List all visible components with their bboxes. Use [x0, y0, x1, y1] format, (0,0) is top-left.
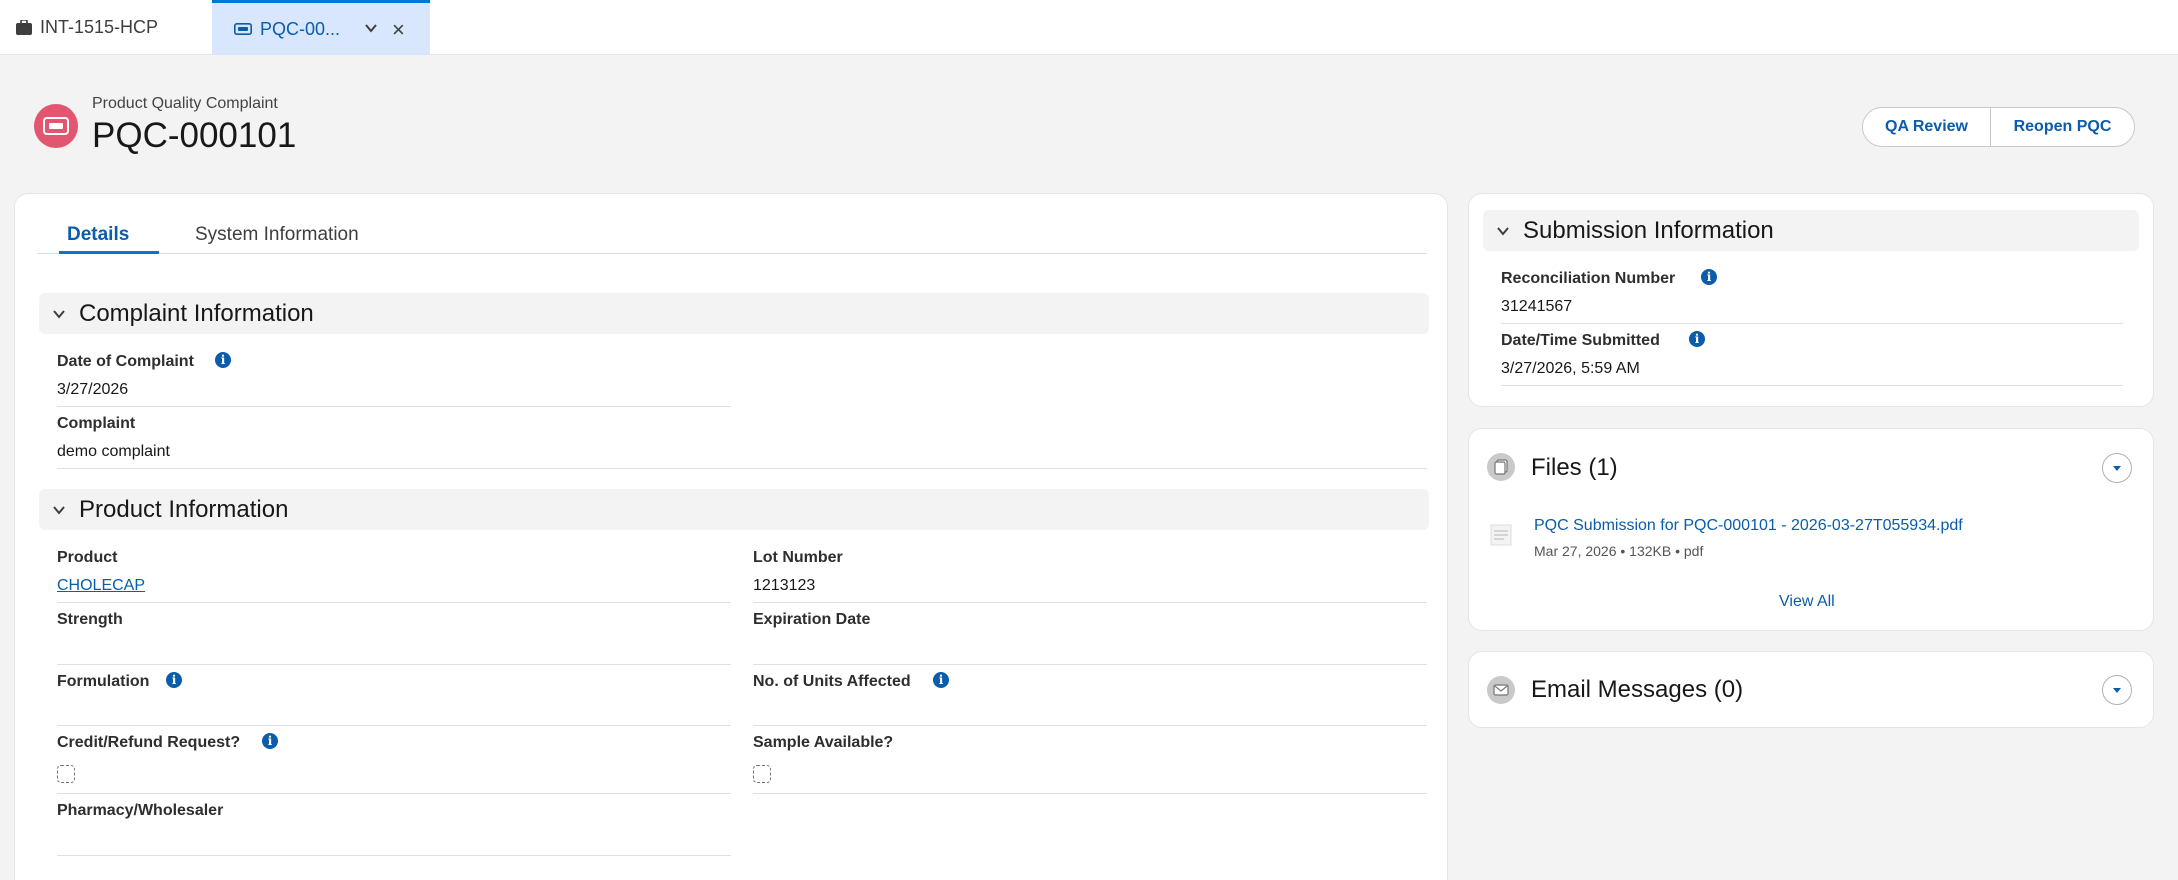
page-title: PQC-000101 — [92, 116, 297, 155]
units-affected-label: No. of Units Affected — [753, 673, 911, 690]
tab-details[interactable]: Details — [67, 224, 129, 246]
header-button-group: QA Review Reopen PQC — [1862, 107, 2135, 147]
field-divider — [1501, 385, 2123, 386]
active-tab-indicator — [59, 251, 159, 254]
complaint-value: demo complaint — [57, 443, 170, 460]
formulation-label: Formulation — [57, 673, 150, 690]
field-divider — [753, 602, 1427, 603]
file-meta: Mar 27, 2026 • 132KB • pdf — [1534, 543, 1704, 559]
field-divider — [753, 725, 1427, 726]
view-all-link[interactable]: View All — [1779, 593, 1835, 611]
info-icon[interactable]: i — [1701, 269, 1717, 285]
field-divider — [1501, 323, 2123, 324]
files-actions-dropdown[interactable] — [2102, 453, 2132, 483]
workspace-tab-bar: INT-1515-HCP PQC-00... × — [0, 0, 2178, 55]
pharmacy-wholesaler-label: Pharmacy/Wholesaler — [57, 802, 224, 819]
chevron-down-icon — [1495, 223, 1511, 239]
date-of-complaint-value: 3/27/2026 — [57, 381, 129, 398]
complaint-record-icon — [34, 104, 78, 148]
section-title: Complaint Information — [79, 299, 314, 327]
sample-available-label: Sample Available? — [753, 734, 894, 751]
product-link[interactable]: CHOLECAP — [57, 577, 145, 595]
section-submission-information[interactable]: Submission Information — [1483, 210, 2139, 251]
workspace-tab-label: PQC-00... — [260, 18, 341, 39]
complaint-label: Complaint — [57, 415, 136, 432]
email-actions-dropdown[interactable] — [2102, 675, 2132, 705]
credit-refund-label: Credit/Refund Request? — [57, 734, 241, 751]
submission-information-card: Submission Information Reconciliation Nu… — [1468, 193, 2154, 407]
record-tabs: Details System Information — [37, 214, 1427, 254]
info-icon[interactable]: i — [166, 672, 182, 688]
field-divider — [753, 793, 1427, 794]
lot-number-value: 1213123 — [753, 577, 816, 594]
field-divider — [753, 664, 1427, 665]
file-thumbnail-icon — [1489, 522, 1515, 553]
chevron-down-icon — [51, 502, 67, 518]
expiration-date-label: Expiration Date — [753, 611, 871, 628]
credit-refund-checkbox[interactable] — [57, 765, 75, 783]
section-product-information[interactable]: Product Information — [39, 489, 1429, 530]
sample-available-checkbox[interactable] — [753, 765, 771, 783]
details-card: Details System Information Complaint Inf… — [14, 193, 1448, 880]
reconciliation-number-label: Reconciliation Number — [1501, 270, 1676, 287]
record-object-type: Product Quality Complaint — [92, 95, 278, 112]
section-complaint-information[interactable]: Complaint Information — [39, 293, 1429, 334]
complaint-icon — [234, 23, 252, 35]
qa-review-button[interactable]: QA Review — [1863, 108, 1991, 146]
workspace-tab-label: INT-1515-HCP — [40, 17, 159, 37]
section-title: Product Information — [79, 495, 289, 523]
files-card: Files (1) PQC Submission for PQC-000101 … — [1468, 428, 2154, 631]
tab-system-information[interactable]: System Information — [195, 224, 359, 246]
workspace-tab-pqc[interactable]: PQC-00... × — [212, 0, 430, 55]
chevron-down-icon — [51, 306, 67, 322]
field-divider — [57, 664, 731, 665]
files-icon — [1487, 453, 1515, 481]
lot-number-label: Lot Number — [753, 549, 843, 566]
field-divider — [57, 602, 731, 603]
reopen-pqc-button[interactable]: Reopen PQC — [1991, 108, 2134, 146]
chevron-down-icon[interactable] — [364, 19, 378, 40]
briefcase-icon — [16, 20, 32, 35]
email-icon — [1487, 676, 1515, 704]
product-label: Product — [57, 549, 118, 566]
info-icon[interactable]: i — [262, 733, 278, 749]
info-icon[interactable]: i — [215, 352, 231, 368]
info-icon[interactable]: i — [1689, 331, 1705, 347]
reconciliation-number-value: 31241567 — [1501, 298, 1573, 315]
email-messages-card: Email Messages (0) — [1468, 651, 2154, 728]
field-divider — [57, 855, 731, 856]
info-icon[interactable]: i — [933, 672, 949, 688]
date-time-submitted-value: 3/27/2026, 5:59 AM — [1501, 360, 1640, 377]
section-title: Submission Information — [1523, 216, 1774, 244]
field-divider — [57, 468, 1427, 469]
file-link[interactable]: PQC Submission for PQC-000101 - 2026-03-… — [1534, 517, 1963, 535]
files-title: Files (1) — [1531, 454, 1618, 481]
field-divider — [57, 793, 731, 794]
email-messages-title: Email Messages (0) — [1531, 676, 1744, 703]
workspace-tab-int-1515-hcp[interactable]: INT-1515-HCP — [0, 0, 210, 55]
date-of-complaint-label: Date of Complaint — [57, 353, 194, 370]
field-divider — [57, 725, 731, 726]
date-time-submitted-label: Date/Time Submitted — [1501, 332, 1660, 349]
strength-label: Strength — [57, 611, 123, 628]
close-icon[interactable]: × — [392, 17, 405, 43]
field-divider — [57, 406, 731, 407]
